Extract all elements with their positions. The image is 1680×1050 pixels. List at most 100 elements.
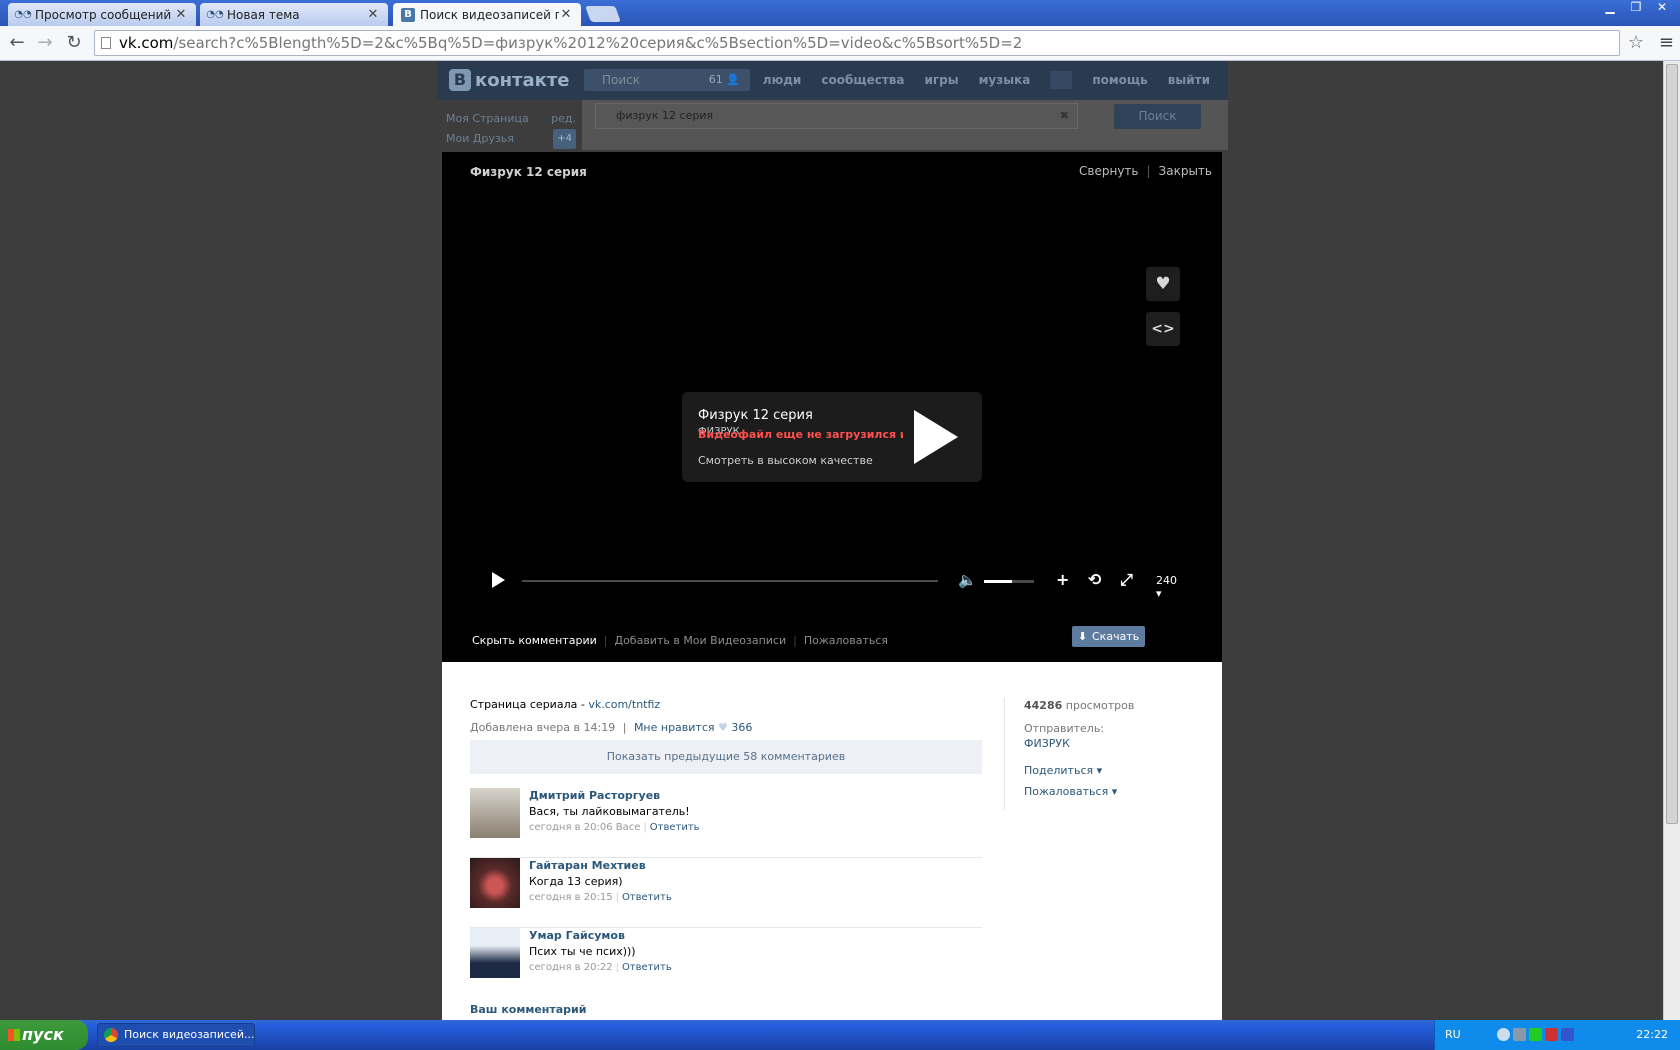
views-number: 44286 — [1024, 699, 1063, 712]
series-label: Страница сериала - — [470, 698, 589, 711]
music-play-icon[interactable] — [1050, 71, 1073, 89]
start-button[interactable]: пуск — [0, 1020, 88, 1050]
hide-comments-link[interactable]: Скрыть комментарии — [472, 634, 597, 647]
like-heart-icon[interactable]: ♥ — [1146, 267, 1180, 301]
volume-slider[interactable] — [984, 580, 1034, 583]
minimize-video-link[interactable]: Свернуть — [1079, 164, 1138, 178]
close-tab-icon[interactable]: ✕ — [559, 7, 573, 22]
menu-my-page[interactable]: Моя Страница — [446, 109, 529, 129]
add-to-videos-link[interactable]: Добавить в Мои Видеозаписи — [614, 634, 786, 647]
close-video-link[interactable]: Закрыть — [1159, 164, 1212, 178]
windows-flag-icon — [8, 1029, 20, 1041]
comment-meta: сегодня в 20:22 | Ответить — [529, 962, 672, 973]
video-actions: Скрыть комментарии | Добавить в Мои Виде… — [472, 634, 888, 647]
avatar[interactable] — [470, 858, 520, 908]
separator: | — [793, 634, 797, 647]
your-comment-label[interactable]: Ваш комментарий — [470, 1003, 586, 1016]
friends-badge: +4 — [553, 129, 576, 149]
menu-my-friends[interactable]: Мои Друзья — [446, 129, 514, 149]
tray-app-icon[interactable] — [1513, 1028, 1526, 1041]
vk-logo[interactable]: B контакте — [449, 69, 569, 91]
nav-music[interactable]: музыка — [979, 73, 1031, 89]
tab-messages[interactable]: ◔◔ Просмотр сообщений • Лич ✕ — [8, 3, 196, 26]
scrollbar-thumb[interactable] — [1666, 64, 1678, 824]
quality-select[interactable]: 240 ▾ — [1156, 574, 1186, 600]
tray-network-icon[interactable] — [1545, 1028, 1558, 1041]
share-dropdown[interactable]: Поделиться ▾ — [1024, 764, 1102, 777]
back-arrow-icon[interactable]: ← — [6, 32, 28, 54]
likes-count[interactable]: 366 — [731, 721, 752, 734]
comment-time: сегодня в 20:15 — [529, 892, 613, 903]
close-window-icon[interactable]: ✕ — [1650, 0, 1674, 17]
close-tab-icon[interactable]: ✕ — [174, 7, 188, 22]
tab-new-topic[interactable]: ◔◔ Новая тема ✕ — [200, 3, 388, 26]
restore-window-icon[interactable]: ❐ — [1624, 0, 1648, 17]
report-dropdown[interactable]: Пожаловаться ▾ — [1024, 785, 1117, 798]
nav-communities[interactable]: сообщества — [821, 73, 904, 89]
comment-author[interactable]: Умар Гайсумов — [529, 929, 625, 942]
play-icon[interactable] — [492, 572, 505, 588]
nav-help[interactable]: помощь — [1092, 73, 1147, 89]
tab-video-search[interactable]: B Поиск видеозаписей по заг ✕ — [393, 3, 581, 26]
header-search-input[interactable]: Поиск 61 👤 — [584, 69, 750, 91]
comment-time: сегодня в 20:22 — [529, 962, 613, 973]
video-player: Физрук 12 серия Свернуть | Закрыть ♥ <> … — [442, 152, 1222, 662]
vk-favicon-icon: B — [401, 7, 415, 22]
download-button[interactable]: ⬇ Скачать — [1072, 626, 1145, 647]
system-tray: RU 22:22 — [1434, 1020, 1680, 1050]
address-bar[interactable]: vk.com/search?c%5Blength%5D=2&c%5Bq%5D=ф… — [94, 30, 1620, 56]
menu-edit-link[interactable]: ред. — [551, 109, 576, 129]
tray-monitor-icon[interactable] — [1561, 1028, 1574, 1041]
chrome-menu-icon[interactable]: ≡ — [1659, 32, 1674, 53]
separator: | — [1146, 164, 1151, 178]
comment-author[interactable]: Гайтаран Мехтиев — [529, 859, 646, 872]
progress-bar[interactable] — [522, 580, 938, 582]
comment-text: Когда 13 серия) — [529, 875, 623, 888]
video-search-input[interactable]: физрук 12 серия ✖ — [595, 103, 1078, 129]
reply-link[interactable]: Ответить — [622, 892, 672, 903]
watch-hq-link[interactable]: Смотреть в высоком качестве — [698, 454, 873, 467]
nav-people[interactable]: люди — [763, 73, 802, 89]
nav-logout[interactable]: выйти — [1168, 73, 1210, 89]
embed-code-icon[interactable]: <> — [1146, 312, 1180, 346]
bookmark-star-icon[interactable]: ☆ — [1628, 32, 1644, 53]
show-previous-comments[interactable]: Показать предыдущие 58 комментариев — [470, 740, 982, 774]
reply-link[interactable]: Ответить — [650, 822, 700, 833]
url-host: vk.com — [119, 34, 174, 52]
comment-text: Псих ты че псих))) — [529, 945, 636, 958]
close-tab-icon[interactable]: ✕ — [366, 7, 380, 22]
loop-icon[interactable]: ⟲ — [1088, 570, 1101, 589]
forward-arrow-icon[interactable]: → — [34, 32, 56, 54]
series-link[interactable]: vk.com/tntfiz — [588, 698, 660, 711]
sender-label: Отправитель: — [1024, 722, 1105, 735]
header-search-placeholder: Поиск — [602, 73, 641, 87]
clear-search-icon[interactable]: ✖ — [1060, 104, 1069, 128]
avatar[interactable] — [470, 788, 520, 838]
reload-icon[interactable]: ↻ — [63, 32, 85, 54]
page-scrollbar[interactable] — [1663, 61, 1680, 1020]
search-button[interactable]: Поиск — [1114, 104, 1201, 129]
tray-back-icon[interactable] — [1497, 1028, 1510, 1041]
like-link[interactable]: Мне нравится — [634, 721, 715, 734]
tab-title: Поиск видеозаписей по заг — [420, 7, 559, 22]
avatar[interactable] — [470, 928, 520, 978]
chrome-icon — [104, 1028, 118, 1042]
big-play-icon[interactable] — [914, 410, 958, 464]
video-title: Физрук 12 серия — [470, 165, 587, 179]
header-nav: люди сообщества игры музыка помощь выйти — [763, 71, 1210, 89]
add-icon[interactable]: + — [1056, 570, 1069, 589]
fullscreen-icon[interactable]: ⤢ — [1120, 570, 1133, 590]
message-error: Видеофайл еще не загрузился или с — [698, 428, 903, 441]
complain-link[interactable]: Пожаловаться — [804, 634, 888, 647]
tray-antivirus-icon[interactable] — [1529, 1028, 1542, 1041]
taskbar-item-chrome[interactable]: Поиск видеозаписей... — [97, 1023, 255, 1047]
comment-author[interactable]: Дмитрий Расторгуев — [529, 789, 660, 802]
nav-games[interactable]: игры — [925, 73, 959, 89]
minimize-window-icon[interactable]: ▁ — [1598, 0, 1622, 17]
sender-link[interactable]: ФИЗРУК — [1024, 737, 1070, 750]
volume-icon[interactable]: 🔈 — [958, 571, 977, 589]
new-tab-button[interactable] — [585, 6, 621, 22]
video-info-panel: Страница сериала - vk.com/tntfiz Добавле… — [442, 662, 1222, 1020]
language-indicator[interactable]: RU — [1445, 1028, 1461, 1041]
reply-link[interactable]: Ответить — [622, 962, 672, 973]
